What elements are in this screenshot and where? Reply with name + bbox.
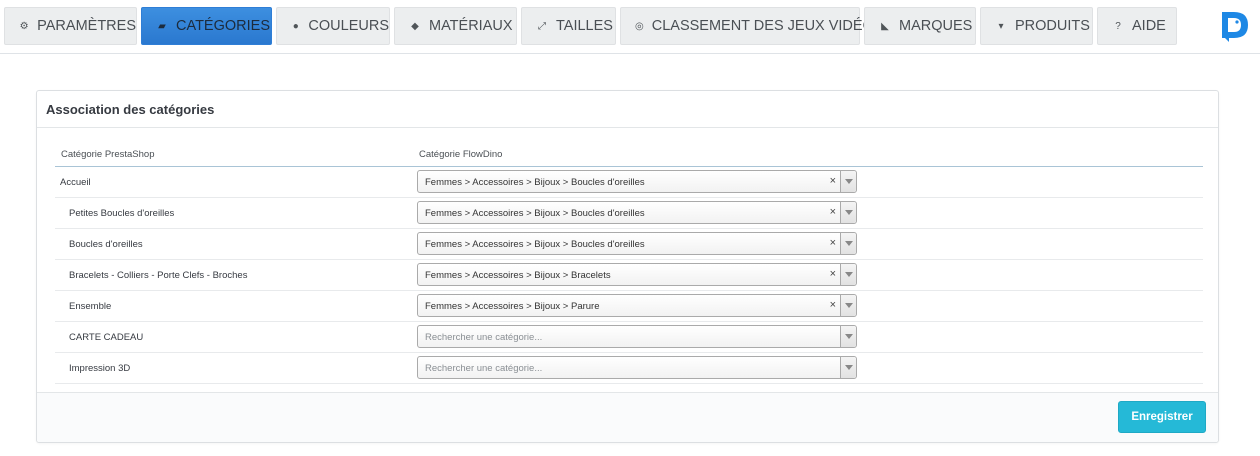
tab-label: CLASSEMENT DES JEUX VIDÉO	[651, 18, 874, 34]
flowdino-category-select[interactable]: Femmes > Accessoires > Bijoux > Boucles …	[417, 170, 857, 193]
table-header: Catégorie PrestaShop Catégorie FlowDino	[55, 140, 1203, 167]
table-row: Petites Boucles d'oreilles Femmes > Acce…	[55, 198, 1203, 229]
cube-icon: ◆	[411, 20, 419, 32]
prestashop-category-name: Ensemble	[69, 301, 112, 312]
table-row: CARTE CADEAU Rechercher une catégorie...	[55, 322, 1203, 353]
selected-category: Femmes > Accessoires > Bijoux > Boucles …	[425, 177, 645, 188]
category-association-panel: Association des catégories Catégorie Pre…	[36, 90, 1219, 443]
chevron-down-icon[interactable]	[840, 264, 856, 285]
tab-label: MARQUES	[899, 18, 973, 34]
chevron-down-icon[interactable]	[840, 202, 856, 223]
question-icon: ?	[1115, 20, 1121, 32]
tag-icon: ◣	[881, 20, 889, 32]
tab-label: PRODUITS	[1015, 18, 1090, 34]
clear-selection-icon[interactable]: ×	[830, 237, 836, 249]
tab-parametres[interactable]: ⚙ PARAMÈTRES	[4, 7, 137, 45]
selected-category: Femmes > Accessoires > Bijoux > Boucles …	[425, 208, 645, 219]
tab-produits[interactable]: ▾ PRODUITS	[980, 7, 1093, 45]
table-row: Impression 3D Rechercher une catégorie..…	[55, 353, 1203, 384]
tab-label: COULEURS	[308, 18, 389, 34]
cart-icon: ▾	[998, 20, 1004, 32]
prestashop-category-name: Boucles d'oreilles	[69, 239, 143, 250]
tab-spacer	[1177, 7, 1209, 45]
table-row: Boucles d'oreilles Femmes > Accessoires …	[55, 229, 1203, 260]
chevron-down-icon[interactable]	[840, 233, 856, 254]
prestashop-category-name: Accueil	[60, 177, 91, 188]
folder-open-icon: ▰	[158, 20, 166, 32]
selected-category: Femmes > Accessoires > Bijoux > Boucles …	[425, 239, 645, 250]
clear-selection-icon[interactable]: ×	[830, 299, 836, 311]
tab-classement-jeux-video[interactable]: ◎ CLASSEMENT DES JEUX VIDÉO	[620, 7, 874, 45]
selected-category: Femmes > Accessoires > Bijoux > Parure	[425, 301, 600, 312]
clear-selection-icon[interactable]: ×	[830, 206, 836, 218]
gears-icon: ⚙	[19, 20, 29, 32]
selected-category: Femmes > Accessoires > Bijoux > Bracelet…	[425, 270, 611, 281]
tab-label: CATÉGORIES	[176, 18, 270, 34]
drop-icon: ●	[292, 20, 299, 32]
prestashop-category-name: Petites Boucles d'oreilles	[69, 208, 175, 219]
chevron-down-icon[interactable]	[840, 357, 856, 378]
table-row: Bracelets - Colliers - Porte Clefs - Bro…	[55, 260, 1203, 291]
panel-footer: Enregistrer	[37, 392, 1218, 442]
prestashop-category-name: Impression 3D	[69, 363, 131, 374]
category-search-placeholder: Rechercher une catégorie...	[425, 363, 543, 374]
gamepad-icon: ◎	[635, 20, 644, 32]
expand-icon: ⤢	[538, 20, 546, 32]
tab-label: TAILLES	[556, 18, 613, 34]
panel-title: Association des catégories	[37, 91, 1218, 128]
flowdino-category-select[interactable]: Femmes > Accessoires > Bijoux > Boucles …	[417, 232, 857, 255]
tab-label: AIDE	[1132, 18, 1166, 34]
clear-selection-icon[interactable]: ×	[830, 175, 836, 187]
prestashop-category-name: CARTE CADEAU	[69, 332, 144, 343]
tab-marques[interactable]: ◣ MARQUES	[864, 7, 976, 45]
chevron-down-icon[interactable]	[840, 295, 856, 316]
flowdino-category-select[interactable]: Rechercher une catégorie...	[417, 325, 857, 348]
flowdino-category-select[interactable]: Rechercher une catégorie...	[417, 356, 857, 379]
column-header-flowdino: Catégorie FlowDino	[419, 149, 503, 160]
flowdino-logo-icon	[1222, 12, 1248, 42]
tab-categories[interactable]: ▰ CATÉGORIES	[141, 7, 272, 45]
tab-label: PARAMÈTRES	[37, 18, 136, 34]
table-row: Accueil Femmes > Accessoires > Bijoux > …	[55, 167, 1203, 198]
tab-aide[interactable]: ? AIDE	[1097, 7, 1177, 45]
clear-selection-icon[interactable]: ×	[830, 268, 836, 280]
chevron-down-icon[interactable]	[840, 171, 856, 192]
column-header-prestashop: Catégorie PrestaShop	[61, 149, 155, 160]
flowdino-category-select[interactable]: Femmes > Accessoires > Bijoux > Parure ×	[417, 294, 857, 317]
flowdino-category-select[interactable]: Femmes > Accessoires > Bijoux > Bracelet…	[417, 263, 857, 286]
table-row: Ensemble Femmes > Accessoires > Bijoux >…	[55, 291, 1203, 322]
tab-tailles[interactable]: ⤢ TAILLES	[521, 7, 616, 45]
tab-materiaux[interactable]: ◆ MATÉRIAUX	[394, 7, 517, 45]
flowdino-category-select[interactable]: Femmes > Accessoires > Bijoux > Boucles …	[417, 201, 857, 224]
tab-couleurs[interactable]: ● COULEURS	[276, 7, 390, 45]
chevron-down-icon[interactable]	[840, 326, 856, 347]
prestashop-category-name: Bracelets - Colliers - Porte Clefs - Bro…	[69, 270, 248, 281]
category-search-placeholder: Rechercher une catégorie...	[425, 332, 543, 343]
module-tab-bar: ⚙ PARAMÈTRES ▰ CATÉGORIES ● COULEURS ◆ M…	[0, 0, 1260, 54]
tab-label: MATÉRIAUX	[429, 18, 513, 34]
save-button[interactable]: Enregistrer	[1118, 401, 1206, 433]
